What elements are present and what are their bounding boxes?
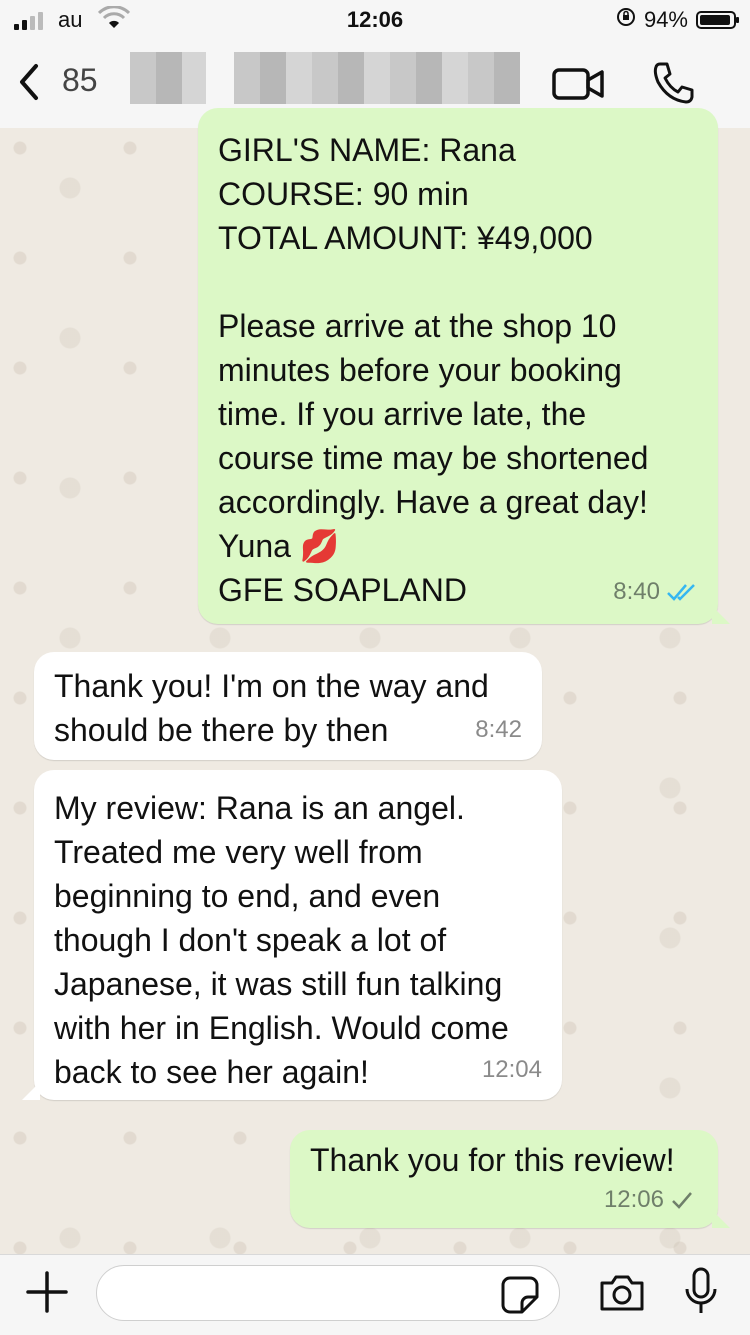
microphone-icon [685, 1267, 717, 1313]
plus-icon [26, 1271, 68, 1313]
voice-call-button[interactable] [650, 60, 696, 111]
message-time: 12:04 [481, 1056, 542, 1083]
status-bar: au 12:06 94% [0, 0, 750, 40]
message-bubble-incoming[interactable]: My review: Rana is an angel. Treated me … [22, 770, 562, 1100]
redacted-contact-part [130, 52, 206, 104]
bubble-tail [712, 1210, 730, 1228]
message-meta: 8:40 [613, 570, 698, 614]
contact-name[interactable]: 85 [62, 62, 98, 99]
video-call-button[interactable] [552, 64, 606, 109]
message-time: 8:40 [613, 578, 660, 605]
double-check-read-icon [667, 584, 695, 601]
message-text: My review: Rana is an angel. Treated me … [54, 790, 509, 1090]
attach-button[interactable] [24, 1269, 70, 1320]
message-text: Thank you! I'm on the way and should be … [54, 668, 489, 748]
message-time: 8:42 [475, 716, 522, 743]
sticker-button[interactable] [500, 1275, 540, 1320]
message-time: 12:06 [603, 1186, 664, 1213]
video-camera-icon [552, 68, 604, 100]
message-text: Thank you for this review! [310, 1142, 675, 1178]
chevron-left-icon [20, 64, 38, 100]
voice-message-button[interactable] [684, 1267, 718, 1322]
message-meta: 12:06 [604, 1178, 694, 1222]
message-bubble-incoming[interactable]: Thank you! I'm on the way and should be … [34, 652, 542, 760]
message-meta: 12:04 [482, 1048, 542, 1092]
back-button[interactable] [14, 62, 44, 102]
battery-icon [696, 11, 739, 29]
camera-button[interactable] [598, 1271, 646, 1320]
bubble-tail [712, 606, 730, 624]
single-check-sent-icon [672, 1192, 692, 1209]
message-meta: 8:42 [475, 708, 522, 752]
compose-bar [0, 1254, 750, 1335]
bubble-tail [22, 1082, 40, 1100]
redacted-contact-part [234, 52, 520, 104]
message-bubble-outgoing[interactable]: Thank you for this review! 12:06 [290, 1130, 730, 1228]
message-input[interactable] [96, 1265, 560, 1321]
sticker-icon [501, 1276, 539, 1314]
camera-icon [600, 1275, 644, 1311]
battery-percent: 94% [643, 7, 688, 32]
message-bubble-outgoing[interactable]: GIRL'S NAME: Rana COURSE: 90 min TOTAL A… [198, 108, 730, 624]
message-text: GIRL'S NAME: Rana COURSE: 90 min TOTAL A… [218, 132, 649, 608]
phone-icon [653, 62, 694, 104]
rotation-lock-icon [616, 7, 636, 33]
